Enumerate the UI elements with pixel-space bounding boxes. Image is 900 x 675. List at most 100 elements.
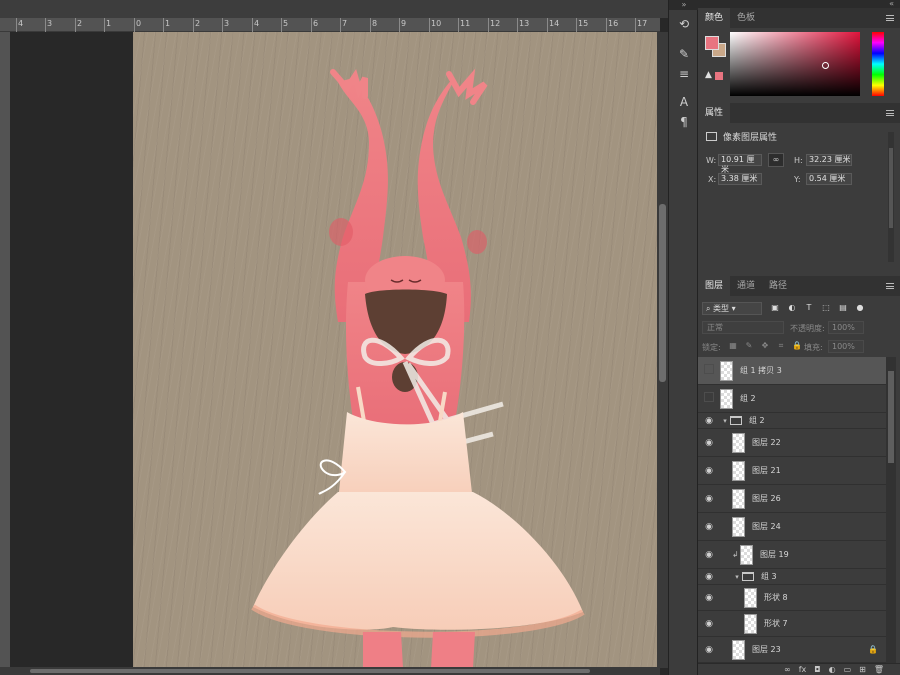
opacity-field[interactable]: 100% (828, 321, 864, 334)
y-field[interactable]: 0.54 厘米 (806, 173, 852, 185)
eye-icon[interactable]: ◉ (698, 416, 720, 426)
eye-icon[interactable]: ◉ (698, 466, 720, 476)
filter-type-icon[interactable]: T (804, 303, 814, 313)
properties-panel-menu-icon[interactable] (886, 110, 894, 116)
eye-icon[interactable]: ◉ (698, 522, 720, 532)
lock-image-icon[interactable]: ✎ (744, 341, 754, 351)
layer-thumbnail (732, 432, 745, 453)
panel-collapse-strip[interactable]: « (698, 0, 900, 8)
chevron-down-icon[interactable]: ▾ (732, 573, 742, 581)
eye-icon[interactable]: ◉ (698, 550, 720, 560)
layer-row[interactable]: ◉ 图层 26 (698, 485, 886, 513)
delete-layer-icon[interactable]: 🗑 (874, 664, 884, 675)
x-field[interactable]: 3.38 厘米 (718, 173, 762, 185)
layer-row[interactable]: 组 2 (698, 385, 886, 413)
foreground-color-swatch[interactable] (705, 36, 719, 50)
canvas-vertical-scrollbar[interactable] (657, 32, 668, 668)
gamut-warning-swatch[interactable] (715, 72, 723, 80)
eye-icon[interactable]: ◉ (698, 438, 720, 448)
layer-row[interactable]: ◉ 形状 8 (698, 585, 886, 611)
brush-settings-icon[interactable]: ✎ (673, 44, 695, 64)
artwork-canvas[interactable] (133, 32, 657, 668)
link-dimensions-icon[interactable]: ∞ (768, 153, 784, 167)
fill-field[interactable]: 100% (828, 340, 864, 353)
link-layers-icon[interactable]: ∞ (784, 664, 791, 675)
lock-all-icon[interactable]: 🔒 (792, 341, 802, 351)
tab-swatches[interactable]: 色板 (730, 8, 762, 28)
visibility-toggle[interactable] (698, 392, 720, 405)
document-tab-strip (0, 0, 668, 18)
adjustment-layer-icon[interactable]: ◐ (829, 664, 836, 675)
layer-style-icon[interactable]: fx (799, 664, 807, 675)
color-picker-cursor[interactable] (822, 62, 829, 69)
layers-panel-menu-icon[interactable] (886, 283, 894, 289)
layers-panel-tabbar: 图层 通道 路径 (698, 276, 900, 296)
folder-icon (742, 572, 754, 581)
lock-artboard-icon[interactable]: ⌗ (776, 341, 786, 351)
lock-position-icon[interactable]: ✥ (760, 341, 770, 351)
eye-icon[interactable]: ◉ (698, 494, 720, 504)
filter-smart-object-icon[interactable]: ▤ (838, 303, 848, 313)
document-area: 4 3 2 1 0 1 2 3 4 5 6 7 8 9 10 11 12 13 … (0, 0, 668, 675)
collapse-dock-button[interactable]: » (669, 0, 699, 10)
layer-row[interactable]: 组 1 拷贝 3 (698, 357, 886, 385)
ruler-label: 16 (608, 19, 619, 28)
eye-icon[interactable]: ◉ (698, 619, 720, 629)
tab-paths[interactable]: 路径 (762, 276, 794, 296)
layer-row[interactable]: ◉ 图层 23 🔒 (698, 637, 886, 663)
add-mask-icon[interactable]: ◘ (814, 664, 820, 675)
tab-layers[interactable]: 图层 (698, 276, 731, 296)
eye-icon[interactable]: ◉ (698, 572, 720, 582)
ruler-label: 7 (342, 19, 348, 28)
character-icon[interactable]: A (673, 92, 695, 112)
layer-row[interactable]: ◉ 图层 21 (698, 457, 886, 485)
layer-group-row[interactable]: ◉ ▾ 组 3 (698, 569, 886, 585)
layer-row[interactable]: ◉ 图层 22 (698, 429, 886, 457)
width-field[interactable]: 10.91 厘米 (718, 154, 762, 174)
x-label: X: (708, 175, 717, 184)
tab-properties[interactable]: 属性 (698, 103, 731, 123)
properties-scrollbar[interactable] (888, 132, 894, 262)
layer-name: 组 1 拷贝 3 (740, 366, 782, 375)
visibility-toggle[interactable] (698, 364, 720, 377)
layer-group-row[interactable]: ◉ ▾ 组 2 (698, 413, 886, 429)
history-icon[interactable]: ⟲ (673, 14, 695, 34)
layer-thumbnail (740, 544, 753, 565)
chevron-down-icon[interactable]: ▾ (720, 417, 730, 425)
layer-row[interactable]: ◉ ↲ 图层 19 (698, 541, 886, 569)
filter-adjustment-icon[interactable]: ◐ (787, 303, 797, 313)
adjustments-icon[interactable]: ≡ (673, 64, 695, 84)
filter-pixel-icon[interactable]: ▣ (770, 303, 780, 313)
kind-filter-select[interactable]: ⌕ 类型 ▾ (702, 301, 762, 315)
layer-name: 组 2 (749, 416, 765, 425)
layer-row[interactable]: ◉ 形状 7 (698, 611, 886, 637)
tab-channels[interactable]: 通道 (730, 276, 762, 296)
color-panel-menu-icon[interactable] (886, 15, 894, 21)
filter-shape-icon[interactable]: ⬚ (821, 303, 831, 313)
layer-row[interactable]: ◉ 图层 24 (698, 513, 886, 541)
ruler-label: 3 (224, 19, 230, 28)
tab-color[interactable]: 颜色 (698, 8, 731, 28)
height-field[interactable]: 32.23 厘米 (806, 154, 852, 166)
ruler-label: 9 (401, 19, 407, 28)
lock-transparent-icon[interactable]: ▦ (728, 341, 738, 351)
layer-thumbnail (732, 639, 745, 660)
blend-mode-select[interactable]: 正常 (702, 321, 784, 334)
layers-scrollbar[interactable] (886, 357, 896, 663)
ruler-label: 6 (313, 19, 319, 28)
gamut-warning-icon[interactable]: ▲ (705, 70, 712, 80)
color-picker-field[interactable] (730, 32, 860, 96)
eye-icon[interactable]: ◉ (698, 645, 720, 655)
canvas-horizontal-scrollbar[interactable] (0, 667, 660, 675)
height-label: H: (794, 156, 803, 165)
filter-toggle-icon[interactable]: ● (855, 303, 865, 313)
new-layer-icon[interactable]: ⊞ (859, 664, 866, 675)
lock-icon: 🔒 (868, 645, 878, 654)
hue-slider[interactable] (872, 32, 884, 96)
new-group-icon[interactable]: ▭ (844, 664, 852, 675)
eye-icon[interactable]: ◉ (698, 593, 720, 603)
paragraph-icon[interactable]: ¶ (673, 112, 695, 132)
layers-footer: ∞ fx ◘ ◐ ▭ ⊞ 🗑 (698, 663, 900, 675)
shape-thumbnail (744, 587, 757, 608)
layer-name: 图层 26 (752, 494, 781, 503)
